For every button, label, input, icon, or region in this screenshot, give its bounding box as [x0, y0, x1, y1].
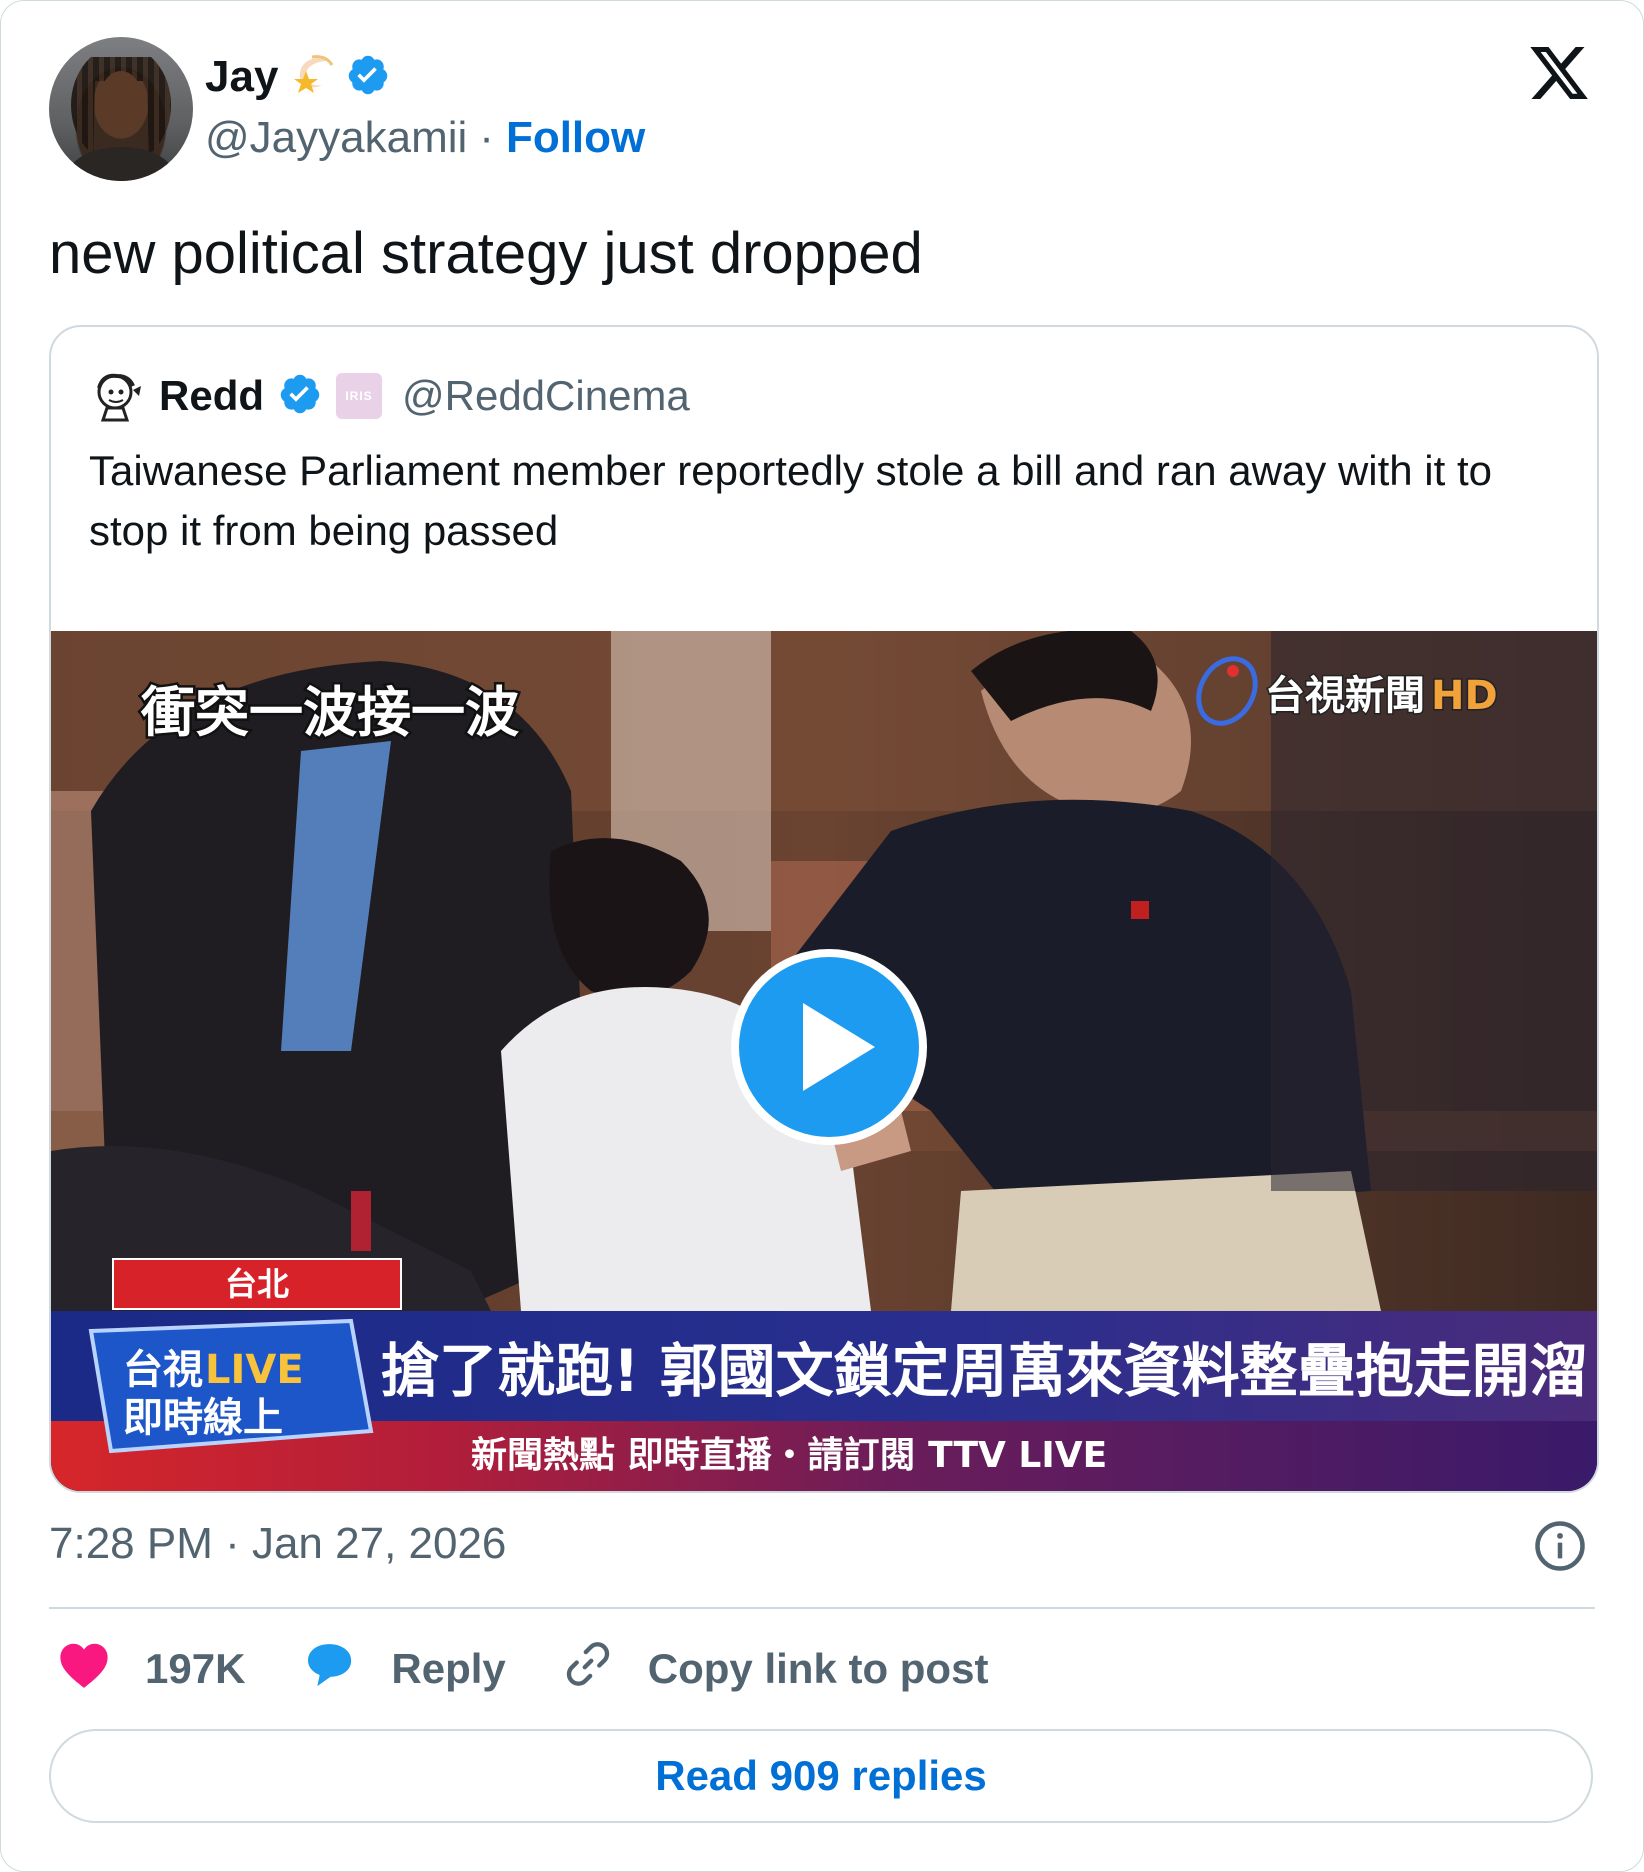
author-avatar[interactable] [49, 37, 193, 181]
author-name[interactable]: Jay [205, 52, 278, 102]
quoted-post[interactable]: Redd IRIS @ReddCinema Taiwanese Parliame… [49, 325, 1599, 1493]
author-handle-row: @Jayyakamii · Follow [205, 113, 645, 163]
copy-link-button[interactable]: Copy link to post [562, 1638, 989, 1700]
play-button[interactable] [731, 949, 927, 1145]
video-headline: 搶了就跑! 郭國文鎖定周萬來資料整疊抱走開溜 [381, 1337, 1588, 1405]
post-text: new political strategy just dropped [49, 221, 923, 286]
video-ticker: 新聞熱點 即時直播・請訂閱 TTV LIVE [471, 1435, 1107, 1476]
info-icon[interactable] [1533, 1519, 1587, 1573]
reply-label: Reply [391, 1645, 506, 1692]
author-name-row: Jay [205, 49, 390, 105]
x-logo-icon[interactable] [1525, 41, 1593, 105]
verified-badge-icon [278, 372, 322, 421]
read-replies-button[interactable]: Read 909 replies [49, 1729, 1593, 1823]
reply-button[interactable]: Reply [301, 1638, 506, 1700]
caption-top: 衝突一波接一波 [140, 681, 519, 744]
verified-badge-icon [346, 53, 390, 102]
like-button[interactable]: 197K [57, 1639, 245, 1699]
quoted-author-handle[interactable]: @ReddCinema [402, 372, 690, 420]
video-thumbnail[interactable]: 衝突 衝突一波接一波 台視新聞 HD 台北 台視 LIVE 即時線上 搶了就跑!… [51, 631, 1597, 1491]
post-timestamp[interactable]: 7:28 PM · Jan 27, 2026 [49, 1519, 506, 1569]
follow-button[interactable]: Follow [506, 113, 645, 163]
live-label-line2: 即時線上 [123, 1395, 283, 1441]
quoted-author-name[interactable]: Redd [159, 372, 264, 420]
live-label-part1: 台視 [123, 1347, 203, 1393]
affiliate-badge-icon[interactable]: IRIS [336, 373, 382, 419]
quoted-author-avatar[interactable] [89, 368, 145, 424]
divider [49, 1607, 1595, 1609]
quoted-post-text: Taiwanese Parliament member reportedly s… [89, 447, 1493, 554]
play-icon [803, 1003, 875, 1091]
like-count: 197K [145, 1645, 246, 1692]
channel-name: 台視新聞 [1265, 673, 1425, 719]
heart-icon [57, 1639, 111, 1699]
live-label-part2: LIVE [205, 1347, 304, 1393]
link-icon [562, 1638, 614, 1700]
location-tag: 台北 [225, 1265, 289, 1303]
embedded-post-card: Jay @Jayyakamii · Follow new political s… [0, 0, 1644, 1872]
author-handle[interactable]: @Jayyakamii [205, 113, 467, 163]
action-bar: 197K Reply Copy link to post [57, 1637, 1044, 1701]
quoted-author-row: Redd IRIS @ReddCinema [89, 367, 690, 425]
separator-dot: · [479, 113, 494, 162]
copy-link-label: Copy link to post [647, 1645, 989, 1692]
speech-bubble-icon [301, 1638, 357, 1700]
channel-hd: HD [1431, 673, 1498, 719]
sparkle-star-emoji-icon [288, 51, 336, 104]
